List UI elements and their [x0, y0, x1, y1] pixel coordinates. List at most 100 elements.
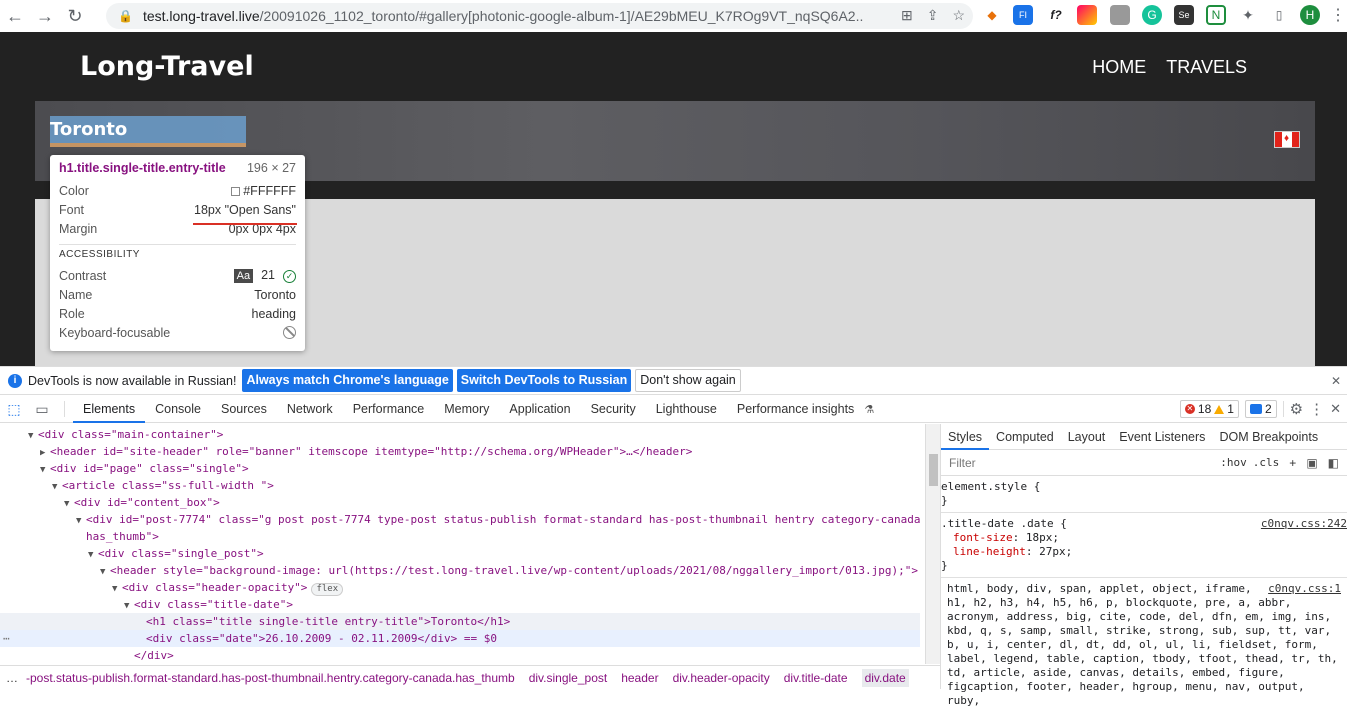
- profile-avatar[interactable]: H: [1300, 5, 1320, 25]
- dom-node-header-bg[interactable]: ▼ <header style="background-image: url(ht…: [0, 562, 920, 579]
- nav-travels-link[interactable]: TRAVELS: [1166, 57, 1247, 78]
- translate-icon[interactable]: ⊞: [901, 7, 913, 24]
- back-icon[interactable]: ←: [0, 2, 30, 30]
- reset-selector-line[interactable]: html, body, div, span, applet, object, i…: [947, 582, 1252, 595]
- dom-node-main-container[interactable]: ▼ <div class="main-container">: [0, 426, 920, 443]
- dom-node-header-opacity[interactable]: ▼ <div class="header-opacity"> flex: [0, 579, 920, 596]
- dom-node-post[interactable]: ▼ <div id="post-7774" class="g post post-…: [0, 511, 920, 528]
- devtools-menu-icon[interactable]: ⋮: [1309, 400, 1324, 418]
- dom-node-close-div[interactable]: </div>: [0, 647, 920, 664]
- tab-security[interactable]: Security: [581, 396, 646, 423]
- css-value[interactable]: 27px;: [1039, 545, 1072, 558]
- issues-counter-button[interactable]: ✕ 18 1: [1179, 400, 1239, 418]
- inspect-element-icon[interactable]: ⬚: [0, 401, 28, 418]
- extension-se-icon[interactable]: Se: [1174, 5, 1194, 25]
- sidepanel-icon[interactable]: ▯: [1269, 5, 1289, 25]
- site-logo-title[interactable]: Long-Travel: [80, 51, 254, 82]
- tab-sources[interactable]: Sources: [211, 396, 277, 423]
- rule-selector[interactable]: .title-date .date {: [941, 517, 1067, 530]
- dont-show-again-button[interactable]: Don't show again: [635, 369, 741, 392]
- url-text[interactable]: test.long-travel.live/20091026_1102_toro…: [143, 8, 863, 24]
- tab-application[interactable]: Application: [499, 396, 580, 423]
- messages-counter-button[interactable]: 2: [1244, 400, 1277, 418]
- dom-node-text: <div id="page" class="single">: [50, 462, 249, 475]
- bookmark-star-icon[interactable]: ☆: [952, 7, 965, 24]
- reset-selector-line[interactable]: b, u, i, center, dl, dt, dd, ol, ul, li,…: [947, 638, 1341, 652]
- dom-node-date-selected[interactable]: ⋯ <div class="date">26.10.2009 - 02.11.20…: [0, 630, 920, 647]
- styles-filter-input[interactable]: Filter: [949, 456, 1179, 470]
- tab-dom-breakpoints[interactable]: DOM Breakpoints: [1212, 424, 1325, 450]
- tab-memory[interactable]: Memory: [434, 396, 499, 423]
- elements-scrollbar[interactable]: [925, 424, 940, 664]
- address-bar[interactable]: 🔒 test.long-travel.live/20091026_1102_to…: [106, 3, 973, 29]
- dom-node-page[interactable]: ▼ <div id="page" class="single">: [0, 460, 920, 477]
- tab-performance[interactable]: Performance: [343, 396, 435, 423]
- scrollbar-thumb[interactable]: [929, 454, 938, 486]
- forward-icon[interactable]: →: [30, 2, 60, 30]
- css-property[interactable]: font-size: [953, 531, 1013, 544]
- switch-russian-button[interactable]: Switch DevTools to Russian: [456, 369, 632, 392]
- cls-toggle-button[interactable]: .cls: [1253, 456, 1280, 469]
- breadcrumb-item[interactable]: header: [621, 671, 658, 685]
- node-actions-ellipsis-icon[interactable]: ⋯: [3, 630, 10, 647]
- breadcrumb-item[interactable]: div.title-date: [784, 671, 848, 685]
- dom-node-h1-hovered[interactable]: <h1 class="title single-title entry-titl…: [0, 613, 920, 630]
- extension-fi-icon[interactable]: FI: [1013, 5, 1033, 25]
- devtools-close-icon[interactable]: ✕: [1330, 401, 1341, 417]
- match-language-button[interactable]: Always match Chrome's language: [242, 369, 453, 392]
- breadcrumb-item-current[interactable]: div.date: [861, 668, 909, 687]
- dom-node-content-box[interactable]: ▼ <div id="content_box">: [0, 494, 920, 511]
- extension-font-icon[interactable]: f?: [1046, 5, 1066, 25]
- extension-color-icon[interactable]: [1077, 5, 1097, 25]
- nav-home-link[interactable]: HOME: [1092, 57, 1146, 78]
- share-icon[interactable]: ⇪: [927, 7, 939, 24]
- settings-gear-icon[interactable]: ⚙: [1290, 400, 1303, 418]
- lock-icon[interactable]: 🔒: [118, 9, 133, 23]
- reset-selector-line[interactable]: td, article, aside, canvas, details, emb…: [947, 666, 1341, 680]
- tab-network[interactable]: Network: [277, 396, 343, 423]
- element-style-selector[interactable]: element.style {: [941, 480, 1347, 494]
- grammarly-icon[interactable]: G: [1142, 5, 1162, 25]
- computed-styles-icon[interactable]: ▣: [1306, 456, 1317, 470]
- sidebar-toggle-icon[interactable]: ◧: [1328, 456, 1339, 470]
- extension-shield-icon[interactable]: ◆: [982, 5, 1002, 25]
- url-path: /20091026_1102_toronto/#gallery[photonic…: [259, 8, 863, 24]
- infobar-close-icon[interactable]: ✕: [1331, 374, 1341, 388]
- new-rule-plus-icon[interactable]: +: [1289, 456, 1296, 470]
- menu-icon[interactable]: ⋮: [1328, 5, 1347, 25]
- tab-lighthouse[interactable]: Lighthouse: [646, 396, 727, 423]
- dom-node-title-date[interactable]: ▼ <div class="title-date">: [0, 596, 920, 613]
- reload-icon[interactable]: ↻: [60, 2, 90, 30]
- device-toggle-icon[interactable]: ▭: [28, 401, 56, 418]
- reset-selector-line[interactable]: kbd, q, s, samp, small, strike, strong, …: [947, 624, 1341, 638]
- tab-console[interactable]: Console: [145, 396, 211, 423]
- tab-elements[interactable]: Elements: [73, 396, 146, 423]
- dom-node-single-post[interactable]: ▼ <div class="single_post">: [0, 545, 920, 562]
- tab-layout[interactable]: Layout: [1061, 424, 1113, 450]
- dom-node-article[interactable]: ▼ <article class="ss-full-width ">: [0, 477, 920, 494]
- reset-selector-line[interactable]: h1, h2, h3, h4, h5, h6, p, blockquote, p…: [947, 596, 1341, 610]
- hov-toggle-button[interactable]: :hov: [1220, 456, 1247, 469]
- dom-node-text: <div class="date">26.10.2009 - 02.11.200…: [146, 632, 497, 645]
- css-property[interactable]: line-height: [953, 545, 1026, 558]
- breadcrumb-item[interactable]: div.header-opacity: [673, 671, 770, 685]
- tab-computed[interactable]: Computed: [989, 424, 1061, 450]
- breadcrumb-item[interactable]: div.single_post: [529, 671, 608, 685]
- reset-selector-line[interactable]: acronym, address, big, cite, code, del, …: [947, 610, 1341, 624]
- tab-event-listeners[interactable]: Event Listeners: [1112, 424, 1212, 450]
- dom-node-site-header[interactable]: ▶ <header id="site-header" role="banner" …: [0, 443, 920, 460]
- breadcrumb-overflow-icon[interactable]: …: [6, 671, 18, 685]
- extension-n-icon[interactable]: N: [1206, 5, 1226, 25]
- css-value[interactable]: 18px;: [1026, 531, 1059, 544]
- rule-source-link[interactable]: c0nqv.css:1: [1268, 582, 1341, 596]
- breadcrumb-item[interactable]: -post.status-publish.format-standard.has…: [26, 671, 515, 685]
- tab-performance-insights[interactable]: Performance insights: [727, 396, 864, 423]
- extensions-puzzle-icon[interactable]: ✦: [1238, 5, 1258, 25]
- extension-photo-icon[interactable]: [1110, 5, 1130, 25]
- dom-node-post-cont[interactable]: has_thumb">: [0, 528, 920, 545]
- reset-selector-line[interactable]: figcaption, footer, header, hgroup, menu…: [947, 680, 1341, 708]
- reset-selector-line[interactable]: label, legend, table, caption, tbody, tf…: [947, 652, 1341, 666]
- rule-source-link[interactable]: c0nqv.css:242: [1261, 517, 1347, 531]
- flex-badge[interactable]: flex: [311, 583, 344, 596]
- tab-styles[interactable]: Styles: [941, 424, 990, 450]
